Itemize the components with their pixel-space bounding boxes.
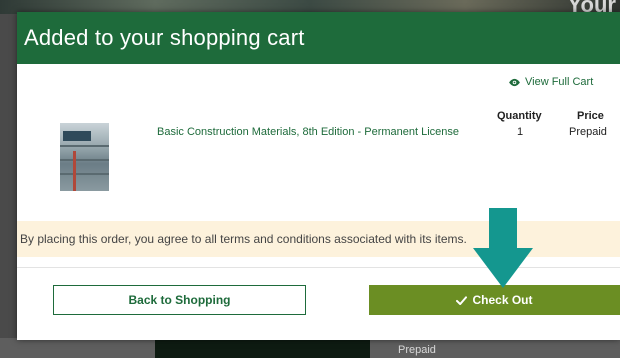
view-full-cart-link[interactable]: View Full Cart: [508, 76, 593, 88]
cover-red-bar: [73, 151, 76, 191]
cart-modal: Added to your shopping cart View Full Ca…: [17, 12, 620, 340]
terms-text: By placing this order, you agree to all …: [20, 232, 467, 246]
cover-stripe: [60, 145, 109, 147]
quantity-column-header: Quantity: [497, 110, 542, 122]
check-out-label: Check Out: [472, 293, 533, 307]
cover-stripe: [60, 173, 109, 175]
back-to-shopping-label: Back to Shopping: [128, 293, 231, 307]
modal-title: Added to your shopping cart: [24, 25, 305, 50]
cover-title-band: [63, 131, 91, 141]
arrow-head: [473, 248, 533, 288]
modal-header: Added to your shopping cart: [17, 12, 620, 64]
cover-stripe: [60, 159, 109, 161]
background-price-label: Prepaid: [398, 344, 436, 356]
eye-icon: [509, 78, 520, 86]
annotation-arrow-icon: [473, 208, 533, 288]
cart-item-quantity: 1: [517, 126, 524, 138]
background-button: [155, 338, 370, 358]
cart-item-name-link[interactable]: Basic Construction Materials, 8th Editio…: [157, 126, 459, 138]
cart-item-price: Prepaid: [569, 126, 607, 138]
back-to-shopping-button[interactable]: Back to Shopping: [53, 285, 306, 315]
check-out-button[interactable]: Check Out: [369, 285, 620, 315]
arrow-shaft: [489, 208, 517, 250]
book-cover-icon[interactable]: [60, 123, 109, 191]
price-column-header: Price: [577, 110, 604, 122]
view-full-cart-label: View Full Cart: [525, 76, 594, 88]
checkmark-icon: [456, 295, 468, 305]
